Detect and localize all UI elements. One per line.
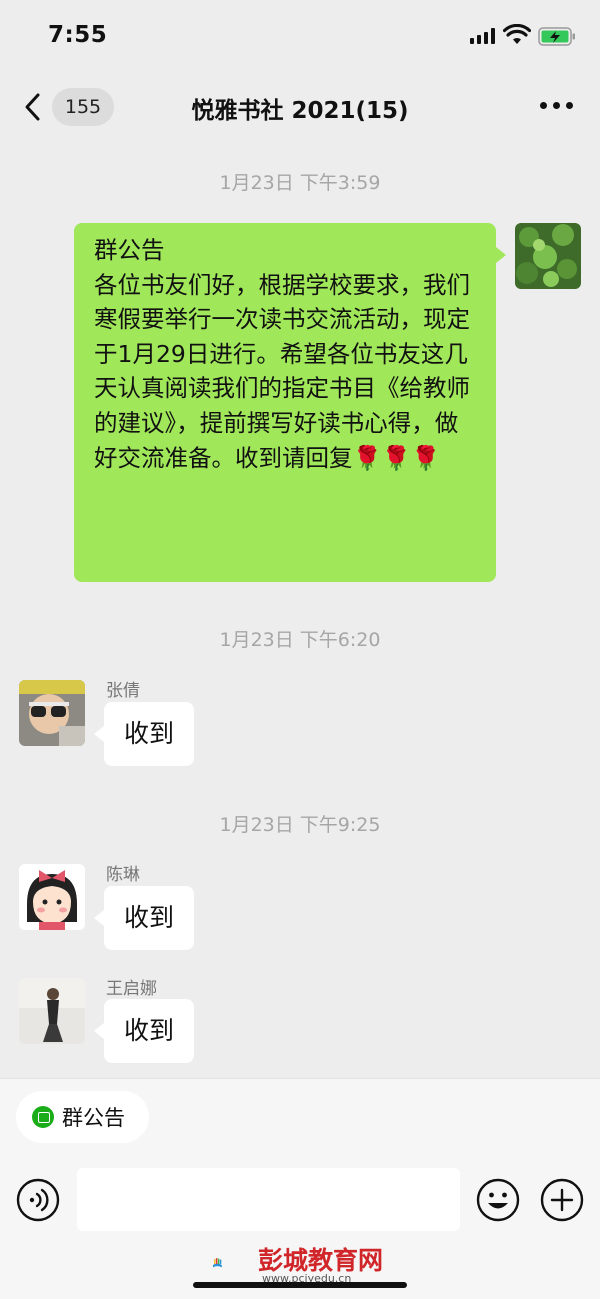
status-time: 7:55 xyxy=(48,22,108,48)
message-timestamp: 1月23日 下午6:20 xyxy=(219,629,381,651)
group-notice-label: 群公告 xyxy=(62,1106,125,1130)
group-notice-button[interactable]: 群公告 xyxy=(16,1091,149,1143)
group-announcement-bubble[interactable]: 群公告 各位书友们好，根据学校要求，我们寒假要举行一次读书交流活动，现定于1月2… xyxy=(74,223,506,582)
clover-avatar-image xyxy=(515,223,581,289)
sender-name: 王启娜 xyxy=(106,979,157,999)
cartoon-girl-avatar-image xyxy=(19,864,85,930)
message-bubble[interactable]: 收到 xyxy=(93,999,195,1063)
my-avatar[interactable] xyxy=(515,223,581,289)
emoji-icon[interactable] xyxy=(476,1178,520,1222)
sender-name: 张倩 xyxy=(106,681,140,701)
home-indicator[interactable] xyxy=(193,1282,407,1288)
wifi-icon xyxy=(503,24,531,44)
plus-icon[interactable] xyxy=(540,1178,584,1222)
sender-avatar[interactable] xyxy=(19,864,85,930)
sender-name: 陈琳 xyxy=(106,865,140,885)
more-options-icon[interactable] xyxy=(538,102,574,110)
message-input[interactable] xyxy=(77,1168,460,1231)
message-timestamp: 1月23日 下午3:59 xyxy=(219,172,381,194)
cellular-signal-icon xyxy=(470,28,495,44)
sender-avatar[interactable] xyxy=(19,978,85,1044)
status-bar: 7:55 xyxy=(0,0,600,72)
voice-input-icon[interactable] xyxy=(16,1178,60,1222)
chat-title: 悦雅书社 2021(15) xyxy=(191,98,409,124)
message-bubble[interactable]: 收到 xyxy=(93,702,195,766)
message-timestamp: 1月23日 下午9:25 xyxy=(219,814,381,836)
announcement-body: 各位书友们好，根据学校要求，我们寒假要举行一次读书交流活动，现定于1月29日进行… xyxy=(94,270,470,472)
announcement-heading: 群公告 xyxy=(94,236,165,264)
message-bubble[interactable]: 收到 xyxy=(93,886,195,950)
sender-avatar[interactable] xyxy=(19,680,85,746)
sunglasses-avatar-image xyxy=(19,680,85,746)
site-logo-icon xyxy=(212,1258,222,1268)
portrait-avatar-image xyxy=(19,978,85,1044)
battery-charging-icon xyxy=(538,27,575,46)
notice-icon xyxy=(32,1106,54,1128)
